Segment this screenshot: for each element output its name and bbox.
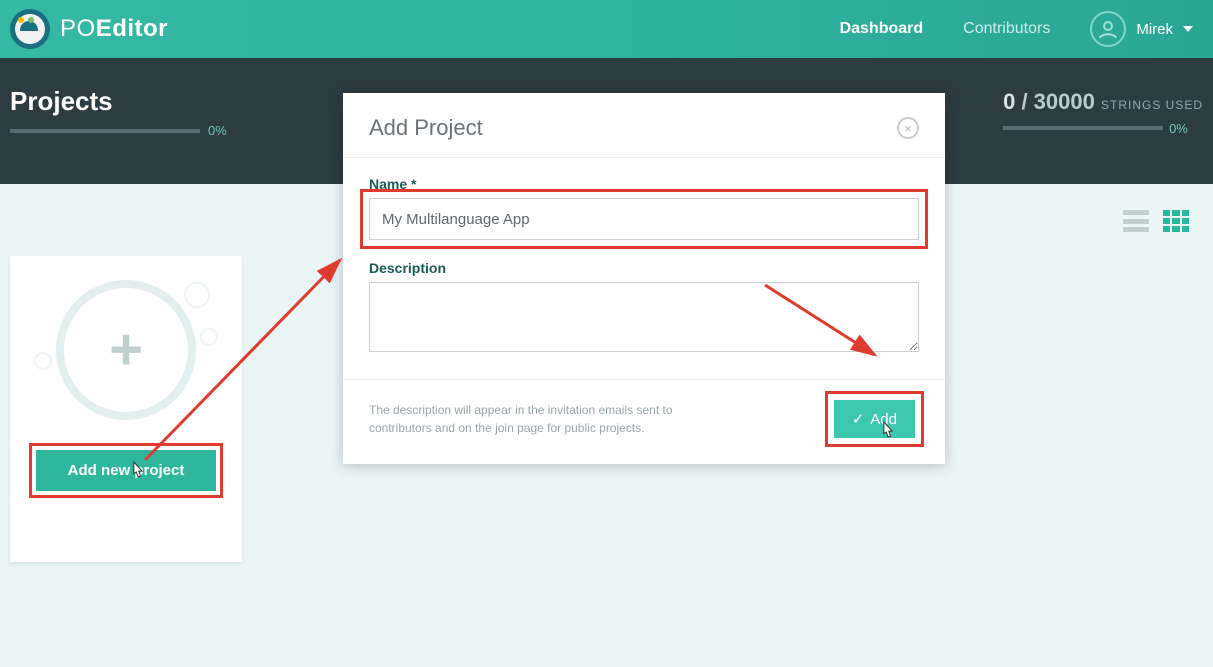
- plus-circle-icon[interactable]: +: [56, 280, 196, 420]
- strings-used-label: STRINGS USED: [1101, 98, 1203, 112]
- strings-progress-pct: 0%: [1169, 121, 1188, 136]
- check-icon: ✓: [852, 410, 865, 428]
- list-view-icon[interactable]: [1123, 210, 1149, 232]
- new-project-card: + Add new project: [10, 256, 242, 562]
- close-icon[interactable]: ×: [897, 117, 919, 139]
- brand[interactable]: POEditor: [10, 9, 168, 49]
- description-field-label: Description: [369, 260, 919, 276]
- add-button[interactable]: ✓ Add: [834, 400, 915, 438]
- grid-view-icon[interactable]: [1163, 210, 1189, 232]
- view-toggle-group: [1123, 210, 1189, 232]
- name-field-label: Name *: [369, 176, 919, 192]
- top-nav: POEditor Dashboard Contributors Mirek: [0, 0, 1213, 58]
- description-field[interactable]: [369, 282, 919, 352]
- chevron-down-icon: [1183, 26, 1193, 32]
- projects-progress-bar: [10, 129, 200, 133]
- strings-used: 0 / 30000: [1003, 89, 1101, 114]
- brand-name: POEditor: [60, 15, 168, 43]
- add-new-project-button[interactable]: Add new project: [36, 450, 216, 491]
- projects-progress-pct: 0%: [208, 123, 227, 138]
- modal-footer-note: The description will appear in the invit…: [369, 401, 689, 437]
- nav-links: Dashboard Contributors: [840, 20, 1051, 38]
- plus-icon: +: [109, 321, 143, 379]
- nav-contributors[interactable]: Contributors: [963, 20, 1050, 38]
- user-menu[interactable]: Mirek: [1090, 11, 1193, 47]
- user-name: Mirek: [1136, 21, 1173, 38]
- name-field[interactable]: [369, 198, 919, 240]
- avatar-icon: [1090, 11, 1126, 47]
- add-project-modal: Add Project × Name * Description The des…: [343, 93, 945, 464]
- page-title: Projects: [10, 86, 227, 117]
- add-button-label: Add: [870, 411, 897, 428]
- strings-progress-bar: [1003, 126, 1163, 130]
- modal-title: Add Project: [369, 115, 483, 141]
- brand-logo-icon: [10, 9, 50, 49]
- nav-dashboard[interactable]: Dashboard: [840, 20, 924, 38]
